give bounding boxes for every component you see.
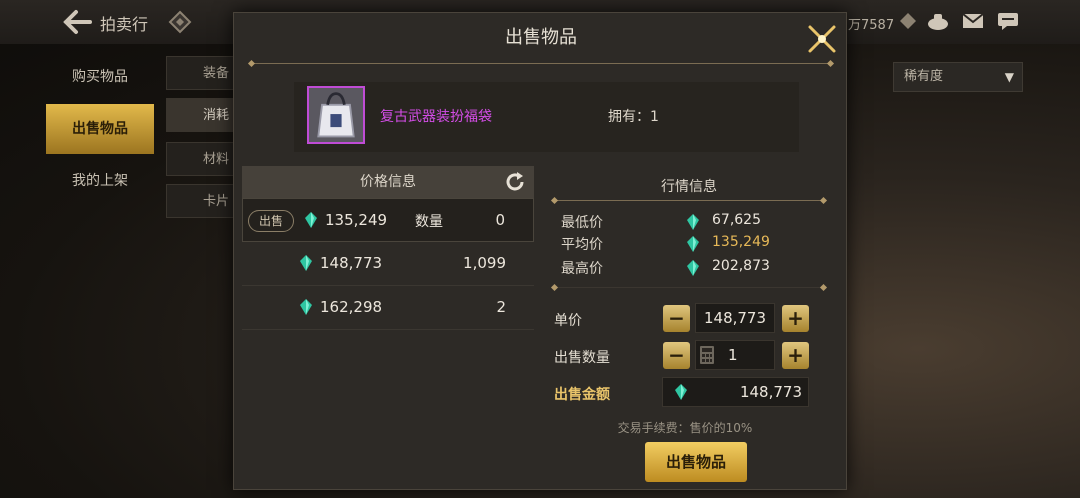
market-value: 135,249 xyxy=(712,234,770,250)
page-title: 拍卖行 xyxy=(100,15,149,34)
row-price: 135,249 xyxy=(325,211,388,229)
gem-icon xyxy=(675,384,687,400)
unit-price-label: 单价 xyxy=(554,313,582,329)
subtab-consumable[interactable]: 消耗 xyxy=(166,98,236,132)
calculator-icon[interactable] xyxy=(700,346,714,364)
unit-price-input[interactable]: 148,773 xyxy=(695,303,775,333)
owned-count: 拥有：1 xyxy=(608,109,659,125)
qty-plus-button[interactable]: + xyxy=(782,342,809,369)
subtab-card[interactable]: 卡片 xyxy=(166,184,236,218)
refresh-icon[interactable] xyxy=(504,171,526,193)
market-row-avg: 平均价 135,249 xyxy=(549,234,829,254)
qty-input[interactable]: 1 xyxy=(695,340,775,370)
gem-icon xyxy=(687,236,699,252)
market-label: 最高价 xyxy=(561,261,603,277)
add-currency-icon[interactable] xyxy=(896,11,920,31)
gem-icon xyxy=(687,214,699,230)
sidebar-item-sell[interactable]: 出售物品 xyxy=(46,104,154,154)
price-info-header: 价格信息 xyxy=(242,166,534,198)
qty-minus-button[interactable]: − xyxy=(663,342,690,369)
bag-icon[interactable] xyxy=(926,11,950,31)
sell-qty-label: 出售数量 xyxy=(554,350,610,366)
unit-price-minus-button[interactable]: − xyxy=(663,305,690,332)
chevron-down-icon: ▼ xyxy=(1004,70,1014,84)
market-row-min: 最低价 67,625 xyxy=(549,212,829,232)
gem-icon xyxy=(300,299,312,315)
market-label: 最低价 xyxy=(561,215,603,231)
item-summary: 复古武器装扮福袋 拥有：1 xyxy=(294,82,799,152)
gem-icon xyxy=(687,260,699,276)
row-price: 148,773 xyxy=(320,254,383,272)
sidebar: 购买物品 出售物品 我的上架 xyxy=(46,52,154,208)
subtab-material[interactable]: 材料 xyxy=(166,142,236,176)
item-name: 复古武器装扮福袋 xyxy=(380,109,492,125)
price-info-panel: 价格信息 出售 135,249 数量 0 148,773 1,099 162,2… xyxy=(242,166,534,330)
total-amount-field: 148,773 xyxy=(662,377,809,407)
sell-item-dialog: 出售物品 复古武器装扮福袋 拥有：1 价格信息 出售 135,249 数量 0 … xyxy=(233,12,847,490)
market-divider xyxy=(554,200,824,201)
mail-icon[interactable] xyxy=(961,11,985,31)
market-label: 平均价 xyxy=(561,237,603,253)
sort-dropdown[interactable]: 稀有度 ▼ xyxy=(893,62,1023,92)
dialog-title: 出售物品 xyxy=(505,27,577,48)
market-info-title: 行情信息 xyxy=(661,179,717,195)
sort-selected-label: 稀有度 xyxy=(904,69,944,84)
subtab-equipment[interactable]: 装备 xyxy=(166,56,236,90)
sell-item-button[interactable]: 出售物品 xyxy=(645,442,747,482)
market-value: 67,625 xyxy=(712,212,761,228)
price-info-title: 价格信息 xyxy=(360,174,416,190)
sidebar-item-buy[interactable]: 购买物品 xyxy=(46,52,154,102)
row-qty: 1,099 xyxy=(463,254,506,272)
fee-note: 交易手续费：售价的10% xyxy=(617,421,753,435)
gem-icon xyxy=(300,255,312,271)
market-value: 202,873 xyxy=(712,258,770,274)
qty-value: 1 xyxy=(728,346,738,364)
price-row[interactable]: 148,773 1,099 xyxy=(242,242,534,286)
chat-icon[interactable] xyxy=(996,11,1020,31)
qty-label: 数量 xyxy=(415,214,443,230)
lucky-bag-icon xyxy=(307,86,365,144)
back-arrow-icon[interactable] xyxy=(62,8,92,36)
row-qty: 0 xyxy=(495,211,505,229)
help-diamond-icon[interactable] xyxy=(168,10,192,34)
market-row-max: 最高价 202,873 xyxy=(549,258,829,278)
price-row[interactable]: 162,298 2 xyxy=(242,286,534,330)
sidebar-item-my-listings[interactable]: 我的上架 xyxy=(46,156,154,206)
market-info-panel: 行情信息 xyxy=(549,166,829,196)
price-row[interactable]: 出售 135,249 数量 0 xyxy=(242,198,534,242)
gem-icon xyxy=(305,212,317,228)
currency-amount: 万7587 xyxy=(848,18,895,33)
title-divider xyxy=(251,63,831,64)
row-qty: 2 xyxy=(496,298,506,316)
row-price: 162,298 xyxy=(320,298,383,316)
close-icon[interactable] xyxy=(802,21,842,57)
my-sell-tag: 出售 xyxy=(248,210,294,232)
unit-price-plus-button[interactable]: + xyxy=(782,305,809,332)
total-amount-label: 出售金额 xyxy=(554,387,610,403)
total-amount-value: 148,773 xyxy=(739,383,802,401)
form-divider xyxy=(554,287,824,288)
